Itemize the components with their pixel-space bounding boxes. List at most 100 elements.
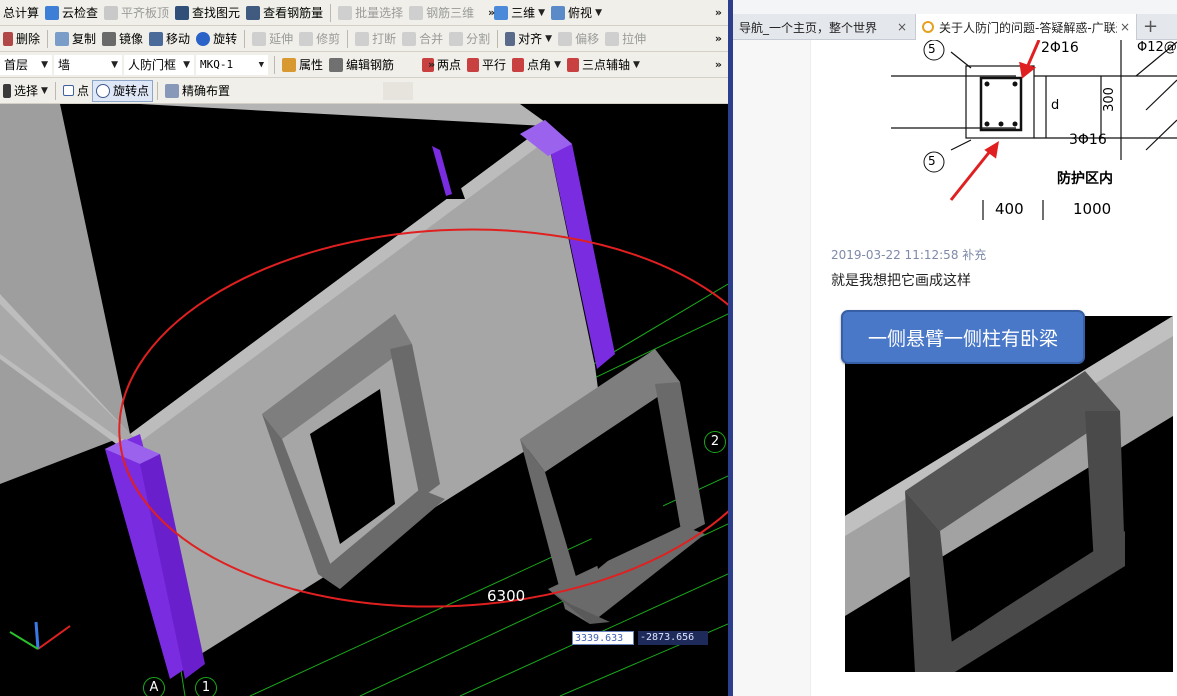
align-label: 对齐	[518, 32, 543, 46]
trim-label: 修剪	[316, 32, 341, 46]
edit-rebar-label: 编辑钢筋	[346, 58, 395, 72]
separator	[347, 29, 349, 48]
rotate-point-button[interactable]: 旋转点	[91, 79, 153, 102]
break-button[interactable]: 打断	[352, 28, 399, 50]
coord-y-input[interactable]: -2873.656	[638, 631, 708, 645]
extend-icon	[252, 31, 267, 46]
overflow-chevron[interactable]: »	[428, 58, 722, 71]
tab-article[interactable]: 关于人防门的问题-答疑解惑-广联达 ×	[915, 14, 1137, 40]
rotate-button[interactable]: 旋转	[193, 28, 240, 50]
toolbar-edit: 删除 复制 镜像 移动 旋转 延伸 修剪 打断 合并 分割 对齐 ▼ 偏移 拉伸 …	[0, 26, 728, 52]
tab-title: 关于人防门的问题-答疑解惑-广联达	[939, 20, 1117, 35]
separator	[54, 81, 56, 100]
split-button[interactable]: 分割	[446, 28, 493, 50]
trim-button[interactable]: 修剪	[296, 28, 343, 50]
extend-button[interactable]: 延伸	[249, 28, 296, 50]
cloud-check-button[interactable]: 云检查	[42, 2, 101, 24]
axis-gizmo-icon	[9, 621, 71, 650]
drawing-bar-bottom: 3Φ16	[1069, 132, 1107, 148]
axis-x-line	[37, 625, 71, 650]
view-rebar-label: 查看钢筋量	[263, 6, 324, 20]
article-content: 5 5 2Φ16 Φ12@ d 300 3Φ16 防护区内 400 1000 2…	[811, 40, 1177, 696]
rebar-dot	[998, 121, 1004, 127]
offset-button[interactable]: 偏移	[555, 28, 602, 50]
stretch-icon	[605, 31, 620, 46]
rotate-icon	[196, 31, 211, 46]
binoculars-icon	[175, 5, 190, 20]
grid-icon	[338, 5, 353, 20]
precise-layout-label: 精确布置	[181, 84, 230, 98]
mirror-button[interactable]: 镜像	[99, 28, 146, 50]
point-button[interactable]: 点	[60, 80, 92, 102]
close-icon[interactable]: ×	[897, 20, 907, 34]
element-combo-value: 人防门框	[128, 58, 177, 72]
move-button[interactable]: 移动	[146, 28, 193, 50]
rebar-3d-button[interactable]: 钢筋三维	[406, 2, 477, 24]
overflow-chevron[interactable]: »	[715, 6, 722, 19]
copy-icon	[55, 31, 70, 46]
delete-button[interactable]: 删除	[0, 28, 43, 50]
separator	[274, 55, 275, 74]
coord-x-input[interactable]: 3339.633	[572, 631, 634, 645]
arrow-line	[949, 149, 993, 201]
floor-combo[interactable]: 首层 ▼	[0, 54, 52, 75]
rebar-dots	[984, 81, 1018, 127]
calc-button[interactable]: 总计算	[0, 2, 42, 24]
chevron-down-icon: ▼	[41, 85, 48, 96]
glasses-icon	[246, 5, 261, 20]
edit-rebar-button[interactable]: 编辑钢筋	[326, 54, 397, 76]
pencil-icon	[3, 31, 13, 46]
post-text: 就是我想把它画成这样	[831, 273, 971, 289]
merge-button[interactable]: 合并	[399, 28, 446, 50]
site-icon	[922, 21, 934, 33]
rotate-label: 旋转	[213, 32, 238, 46]
name-combo-value: MKQ-1	[200, 58, 234, 71]
element-combo[interactable]: 人防门框 ▼	[124, 54, 194, 75]
edit-rebar-icon	[329, 57, 344, 72]
separator	[47, 29, 49, 48]
separator	[497, 29, 499, 48]
drawing-marker-top: 5	[928, 42, 936, 56]
properties-icon	[282, 57, 296, 72]
find-element-button[interactable]: 查找图元	[172, 2, 243, 24]
chevron-down-icon: ▼	[258, 59, 264, 70]
split-label: 分割	[466, 32, 491, 46]
select-dropdown[interactable]: 选择 ▼	[0, 80, 51, 102]
viewport-canvas[interactable]	[0, 104, 728, 696]
tab-navigation[interactable]: 导航_一个主页，整个世界 ×	[733, 14, 913, 40]
annotation-badge: 一侧悬臂一侧柱有卧梁	[841, 310, 1085, 364]
type-combo[interactable]: 墙 ▼	[54, 54, 122, 75]
align-dropdown[interactable]: 对齐 ▼	[502, 28, 555, 50]
rotate-point-label: 旋转点	[112, 84, 149, 98]
browser-tabs: 导航_一个主页，整个世界 × 关于人防门的问题-答疑解惑-广联达 × +	[733, 14, 1177, 40]
axis-z-line	[34, 621, 40, 650]
name-combo[interactable]: MKQ-1 ▼	[196, 54, 268, 75]
stretch-button[interactable]: 拉伸	[602, 28, 649, 50]
new-tab-button[interactable]: +	[1143, 16, 1158, 37]
slab-icon	[104, 5, 119, 20]
separator	[330, 3, 332, 22]
checkbox-icon	[45, 5, 60, 20]
chevron-down-icon: ▼	[41, 59, 48, 70]
toolbar-element: 首层 ▼ 墙 ▼ 人防门框 ▼ MKQ-1 ▼ 属性 编辑钢筋 » 两点 平行 点角 ▼ …	[0, 52, 728, 78]
toolbar-main: 总计算 云检查 平齐板顶 查找图元 查看钢筋量 批量选择 钢筋三维 » 三维 ▼ …	[0, 0, 728, 26]
overflow-chevron[interactable]: »	[715, 32, 722, 45]
properties-button[interactable]: 属性	[279, 54, 326, 76]
align-slab-top-button[interactable]: 平齐板顶	[101, 2, 172, 24]
copy-button[interactable]: 复制	[52, 28, 99, 50]
rotate-point-icon	[95, 83, 110, 98]
precise-layout-button[interactable]: 精确布置	[162, 80, 233, 102]
align-icon	[505, 31, 516, 46]
floor-combo-value: 首层	[4, 58, 29, 72]
drawing-zone-label: 防护区内	[1057, 171, 1113, 187]
overflow-chevron[interactable]: »	[488, 6, 722, 19]
close-icon[interactable]: ×	[1120, 20, 1130, 34]
batch-select-button[interactable]: 批量选择	[335, 2, 406, 24]
drawing-marker-bottom: 5	[928, 154, 936, 168]
split-icon	[449, 31, 464, 46]
cad-3d-viewport[interactable]: 6300 A 1 2	[0, 104, 728, 696]
drawing-line	[950, 51, 972, 69]
view-rebar-button[interactable]: 查看钢筋量	[243, 2, 326, 24]
overflow-chevron[interactable]: »	[715, 58, 722, 71]
break-icon	[355, 31, 370, 46]
